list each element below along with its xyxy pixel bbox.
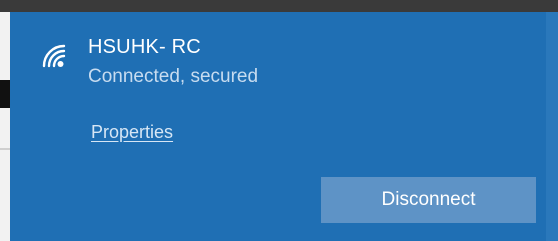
network-flyout-item[interactable]: HSUHK- RC Connected, secured Properties … [10,12,558,241]
network-name: HSUHK- RC [88,36,201,58]
background-window-titlebar [0,0,558,12]
background-window-block [0,80,10,108]
wifi-secured-icon [38,40,68,70]
background-window-edge [0,12,10,241]
screen: HSUHK- RC Connected, secured Properties … [0,0,558,241]
properties-link[interactable]: Properties [91,122,173,143]
background-window-divider [0,148,10,150]
network-status: Connected, secured [88,66,259,87]
flyout-edge [546,12,558,241]
disconnect-button[interactable]: Disconnect [321,177,536,223]
